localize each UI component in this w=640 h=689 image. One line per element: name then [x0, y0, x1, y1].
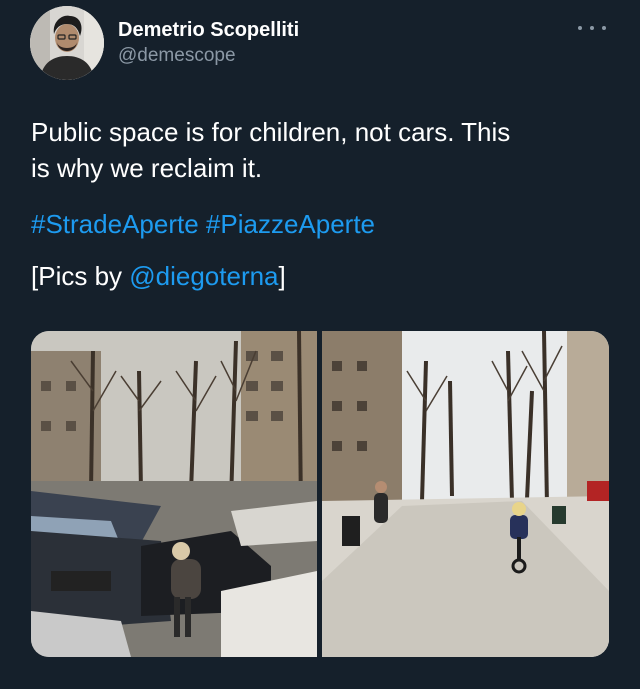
- tweet-text-line: is why we reclaim it.: [31, 153, 263, 183]
- more-dot: [590, 26, 594, 30]
- street-with-parked-cars-image: [31, 331, 317, 657]
- more-dots-icon: [578, 26, 582, 30]
- hashtags: #StradeAperte #PiazzeAperte: [31, 206, 375, 242]
- credits-suffix: ]: [278, 261, 286, 291]
- avatar[interactable]: [30, 6, 104, 80]
- hashtag-strade-aperte[interactable]: #StradeAperte: [31, 209, 199, 239]
- media-grid: [31, 331, 609, 657]
- more-options-button[interactable]: [578, 20, 606, 36]
- street-reclaimed-child-cycling-image: [322, 331, 609, 657]
- user-handle[interactable]: @demescope: [118, 44, 299, 68]
- tweet: Demetrio Scopelliti @demescope Public sp…: [0, 0, 640, 689]
- photo-parked-cars[interactable]: [31, 331, 317, 657]
- photo-credits: [Pics by @diegoterna]: [31, 258, 286, 294]
- photo-child-cycling[interactable]: [322, 331, 609, 657]
- hashtag-piazze-aperte[interactable]: #PiazzeAperte: [206, 209, 375, 239]
- credits-prefix: [Pics by: [31, 261, 130, 291]
- tweet-text-line: Public space is for children, not cars. …: [31, 117, 511, 147]
- profile-photo-icon: [30, 6, 104, 80]
- tweet-header: Demetrio Scopelliti @demescope: [30, 6, 610, 82]
- user-names: Demetrio Scopelliti @demescope: [118, 18, 299, 68]
- tweet-text: Public space is for children, not cars. …: [31, 114, 621, 186]
- more-dot: [602, 26, 606, 30]
- display-name[interactable]: Demetrio Scopelliti: [118, 18, 299, 42]
- mention-link[interactable]: @diegoterna: [129, 261, 278, 291]
